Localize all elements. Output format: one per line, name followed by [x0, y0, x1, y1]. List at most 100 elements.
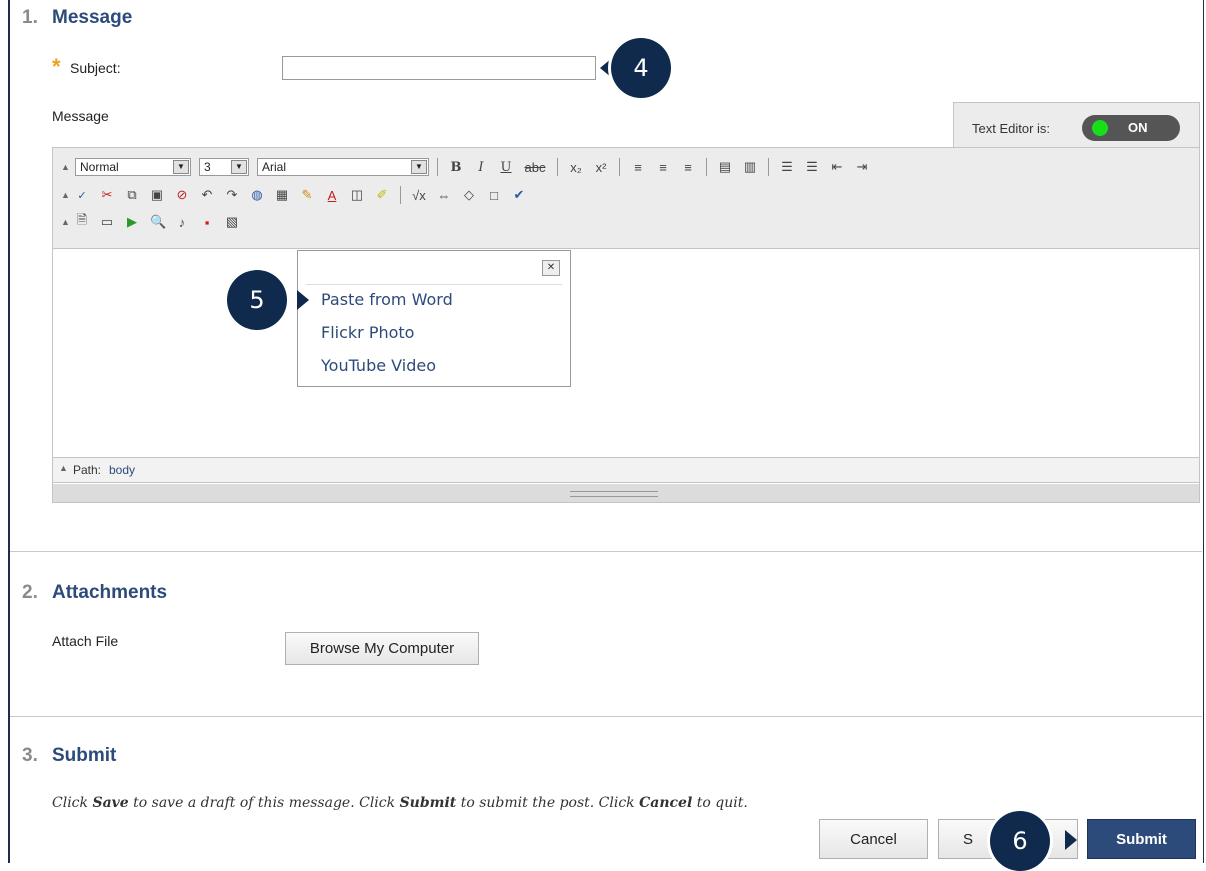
editor-resize-handle[interactable] — [53, 484, 1199, 502]
format-select-value: Normal — [80, 160, 119, 174]
align-center-icon[interactable]: ≡ — [656, 160, 670, 175]
mashups-popup-menu: ✕ Paste from Word Flickr Photo YouTube V… — [297, 250, 571, 387]
html-code-icon[interactable]: ◇ — [462, 187, 476, 203]
cut-icon[interactable]: ✂ — [100, 187, 114, 203]
toggle-on-dot-icon — [1092, 120, 1108, 136]
unordered-list-icon[interactable]: ☰ — [805, 159, 819, 175]
toolbar-row-1: ▲ Normal ▼ 3 ▼ Arial ▼ B I U abc x₂ x² ≡ — [61, 155, 880, 179]
rich-text-editor: ▲ Normal ▼ 3 ▼ Arial ▼ B I U abc x₂ x² ≡ — [52, 147, 1200, 503]
strikethrough-icon[interactable]: abc — [524, 160, 546, 175]
path-label: Path: — [73, 463, 102, 477]
toggle-state: ON — [1128, 120, 1148, 135]
instructions-text: to quit. — [692, 795, 748, 811]
equation-icon[interactable]: √x — [412, 188, 426, 203]
ordered-list-icon[interactable]: ☰ — [780, 159, 794, 175]
preview-icon[interactable]: □ — [487, 188, 501, 203]
table-icon[interactable]: ▦ — [275, 187, 289, 203]
path-value-link[interactable]: body — [109, 463, 135, 477]
toolbar-divider — [768, 158, 769, 176]
section-title-submit: Submit — [52, 745, 117, 766]
save-button-label: S — [963, 830, 974, 848]
callout-4: 4 — [611, 38, 671, 98]
editor-content-area[interactable] — [53, 249, 1199, 456]
undo-icon[interactable]: ↶ — [200, 187, 214, 203]
required-icon: * — [52, 54, 61, 79]
hyperlink-icon[interactable]: ◍ — [250, 187, 264, 203]
collapse-row-1-icon[interactable]: ▲ — [61, 162, 75, 172]
align-right-icon[interactable]: ≡ — [681, 160, 695, 175]
paste-icon[interactable]: ▣ — [150, 187, 164, 203]
menu-item-flickr-photo[interactable]: Flickr Photo — [321, 323, 414, 342]
callout-5: 5 — [227, 270, 287, 330]
find-icon[interactable]: ▤ — [718, 159, 732, 175]
instructions-text: to submit the post. Click — [456, 795, 640, 811]
mashup-dropdown-icon[interactable]: ▧ — [225, 214, 239, 230]
font-size-select[interactable]: 3 ▼ — [199, 158, 249, 176]
align-left-icon[interactable]: ≡ — [631, 160, 645, 175]
spellcheck-icon[interactable]: ✓ — [75, 189, 89, 202]
font-family-select[interactable]: Arial ▼ — [257, 158, 429, 176]
attach-file-icon[interactable]: 🗎 — [75, 211, 89, 233]
toolbar-divider — [619, 158, 620, 176]
text-editor-label: Text Editor is: — [972, 121, 1051, 136]
browse-my-computer-button[interactable]: Browse My Computer — [285, 632, 479, 665]
section-title-message: Message — [52, 7, 133, 28]
menu-item-paste-from-word[interactable]: Paste from Word — [321, 290, 453, 309]
spellcheck-check-icon[interactable]: ✔ — [512, 187, 526, 203]
bold-icon[interactable]: B — [449, 160, 463, 175]
instructions-cancel-word: Cancel — [639, 795, 693, 811]
chevron-down-icon: ▼ — [231, 160, 247, 174]
highlight-icon[interactable]: ✐ — [375, 187, 389, 203]
message-label: Message — [52, 108, 109, 124]
text-editor-toggle[interactable]: ON — [1082, 115, 1180, 141]
insert-multimedia-icon[interactable]: 🔍 — [150, 214, 166, 230]
font-family-select-value: Arial — [262, 160, 287, 174]
draw-icon[interactable]: ✎ — [300, 187, 314, 203]
section-number-attachments: 2. — [22, 582, 38, 603]
menu-item-youtube-video[interactable]: YouTube Video — [321, 356, 436, 375]
section-title-attachments: Attachments — [52, 582, 168, 603]
instructions-submit-word: Submit — [399, 795, 457, 811]
cancel-button[interactable]: Cancel — [819, 819, 928, 859]
copy-icon[interactable]: ⧉ — [125, 187, 139, 203]
submit-instructions: Click Save to save a draft of this messa… — [52, 795, 748, 811]
superscript-icon[interactable]: x² — [594, 160, 608, 175]
attach-file-label: Attach File — [52, 633, 119, 649]
collapse-path-icon[interactable]: ▲ — [59, 463, 68, 473]
insert-audio-icon[interactable]: ♪ — [175, 215, 189, 230]
subscript-icon[interactable]: x₂ — [569, 160, 583, 175]
font-size-select-value: 3 — [204, 160, 211, 174]
collapse-row-2-icon[interactable]: ▲ — [61, 190, 75, 200]
popup-divider — [306, 284, 562, 285]
mashups-icon[interactable]: ⇔ — [437, 188, 451, 203]
instructions-save-word: Save — [92, 795, 129, 811]
chevron-down-icon: ▼ — [411, 160, 427, 174]
replace-icon[interactable]: ▥ — [743, 159, 757, 175]
chevron-down-icon: ▼ — [173, 160, 189, 174]
insert-image-icon[interactable]: ▭ — [100, 214, 114, 230]
insert-object-icon[interactable]: ◫ — [350, 187, 364, 203]
insert-media-icon[interactable]: ▶ — [125, 214, 139, 230]
callout-6-pointer — [1065, 830, 1077, 850]
unlink-icon[interactable]: ⊘ — [175, 187, 189, 203]
toolbar-divider — [557, 158, 558, 176]
subject-input[interactable] — [282, 56, 596, 80]
outdent-icon[interactable]: ⇤ — [830, 159, 844, 175]
submit-button[interactable]: Submit — [1087, 819, 1196, 859]
format-select[interactable]: Normal ▼ — [75, 158, 191, 176]
text-editor-toggle-panel: Text Editor is: ON — [953, 102, 1200, 148]
toolbar-divider — [437, 158, 438, 176]
editor-toolbar: ▲ Normal ▼ 3 ▼ Arial ▼ B I U abc x₂ x² ≡ — [53, 148, 1199, 249]
insert-flash-icon[interactable]: ▪ — [200, 215, 214, 230]
callout-5-pointer — [297, 290, 309, 310]
section-divider — [10, 551, 1202, 552]
underline-icon[interactable]: U — [499, 160, 513, 175]
close-icon[interactable]: ✕ — [542, 260, 560, 276]
indent-icon[interactable]: ⇥ — [855, 159, 869, 175]
collapse-row-3-icon[interactable]: ▲ — [61, 217, 75, 227]
text-color-icon[interactable]: A — [325, 188, 339, 203]
italic-icon[interactable]: I — [474, 160, 488, 175]
instructions-text: Click — [52, 795, 93, 811]
redo-icon[interactable]: ↷ — [225, 187, 239, 203]
callout-6: 6 — [990, 811, 1050, 871]
